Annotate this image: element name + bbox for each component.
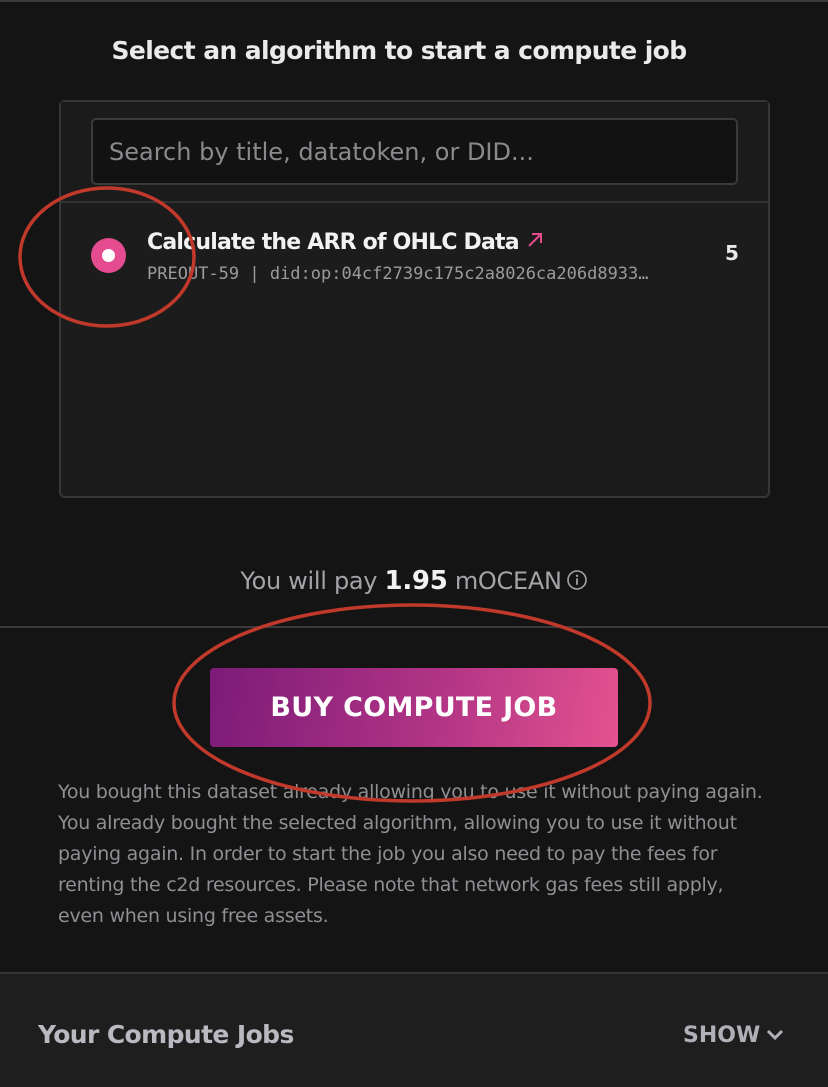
compute-jobs-section: Your Compute Jobs SHOW <box>0 972 828 1087</box>
show-compute-jobs-toggle[interactable]: SHOW <box>683 1020 784 1050</box>
payment-prefix: You will pay <box>240 567 378 595</box>
search-bar <box>61 102 768 203</box>
page-heading: Select an algorithm to start a compute j… <box>111 36 687 65</box>
radio-dot <box>102 249 115 262</box>
algorithm-meta: PREOUT-59 | did:op:04cf2739c175c2a8026ca… <box>147 264 649 284</box>
top-divider <box>0 0 828 2</box>
buy-compute-job-button[interactable]: BUY COMPUTE JOB <box>210 668 618 747</box>
algorithm-list-item[interactable]: Calculate the ARR of OHLC Data PREOUT-59… <box>61 204 768 304</box>
compute-jobs-title: Your Compute Jobs <box>38 1020 294 1049</box>
search-input[interactable] <box>91 118 738 185</box>
algorithm-price: 5 <box>725 241 739 265</box>
purchase-note: You bought this dataset already allowing… <box>58 781 763 927</box>
payment-currency: mOCEAN <box>454 567 562 595</box>
section-divider <box>0 626 828 628</box>
payment-amount: 1.95 <box>384 566 448 596</box>
algorithm-panel: Calculate the ARR of OHLC Data PREOUT-59… <box>59 100 770 498</box>
algorithm-radio-selected[interactable] <box>91 238 126 273</box>
arrow-up-right-icon[interactable] <box>525 230 545 250</box>
payment-summary: You will pay 1.95 mOCEAN <box>0 566 828 596</box>
algorithm-title[interactable]: Calculate the ARR of OHLC Data <box>147 230 520 255</box>
info-icon[interactable] <box>566 569 588 591</box>
show-toggle-label: SHOW <box>683 1022 761 1048</box>
chevron-down-icon <box>767 1029 784 1041</box>
algorithm-title-row: Calculate the ARR of OHLC Data <box>147 230 545 255</box>
